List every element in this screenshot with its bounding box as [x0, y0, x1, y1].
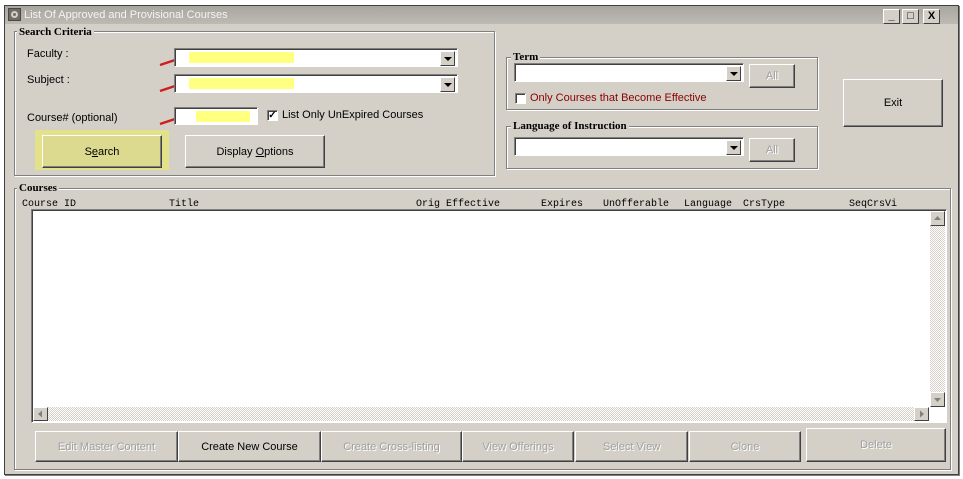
search-criteria-legend: Search Criteria [17, 26, 94, 38]
clone-label: Clone [730, 440, 760, 453]
delete-label: Delete [860, 439, 892, 451]
language-legend: Language of Instruction [511, 120, 629, 132]
create-cross-listing-button[interactable]: Create Cross-listing [321, 431, 462, 462]
language-all-label: All [765, 144, 779, 156]
create-cross-listing-label: Create Cross-listing [343, 440, 440, 453]
exit-button-label: Exit [883, 97, 903, 109]
subject-label: Subject : [27, 74, 70, 86]
search-button[interactable]: Search [42, 135, 162, 168]
create-new-course-button[interactable]: Create New Course [178, 431, 321, 462]
courses-legend: Courses [17, 182, 59, 194]
maximize-button[interactable]: □ [902, 9, 919, 24]
scroll-right-icon[interactable] [914, 407, 929, 421]
search-button-label: Search [84, 145, 120, 158]
exit-button[interactable]: Exit [843, 79, 943, 127]
faculty-label: Faculty : [27, 48, 69, 60]
only-effective-checkbox[interactable] [515, 93, 526, 104]
edit-master-content-button[interactable]: Edit Master Content [35, 431, 178, 462]
scroll-down-icon[interactable] [930, 392, 945, 407]
view-offerings-label: View Offerings [482, 440, 554, 453]
language-combo[interactable] [514, 137, 744, 156]
minimize-button[interactable]: _ [883, 9, 900, 24]
scroll-up-icon[interactable] [930, 211, 945, 226]
course-number-highlight [196, 111, 250, 122]
faculty-highlight [189, 52, 294, 63]
create-new-course-label: Create New Course [201, 440, 298, 453]
only-effective-label: Only Courses that Become Effective [530, 92, 707, 104]
course-number-label: Course# (optional) [27, 112, 118, 124]
subject-highlight [189, 78, 294, 89]
term-legend: Term [511, 51, 541, 63]
term-combo[interactable] [514, 63, 744, 82]
term-all-button[interactable]: All [749, 64, 795, 88]
subject-combo[interactable] [174, 74, 458, 93]
course-number-input[interactable] [174, 107, 258, 125]
faculty-dropdown-icon[interactable] [440, 51, 455, 66]
app-icon [8, 8, 21, 21]
vertical-scrollbar[interactable] [930, 211, 945, 407]
course-list-window: List Of Approved and Provisional Courses… [4, 5, 959, 475]
term-all-label: All [765, 70, 779, 82]
courses-list[interactable] [31, 209, 947, 423]
horizontal-scrollbar[interactable] [33, 407, 929, 421]
language-all-button[interactable]: All [749, 138, 795, 162]
faculty-combo[interactable] [174, 48, 458, 67]
display-options-button[interactable]: Display Options [185, 135, 325, 168]
select-view-label: Select View [602, 440, 661, 453]
delete-button[interactable]: Delete [806, 428, 946, 462]
subject-dropdown-icon[interactable] [440, 77, 455, 92]
list-unexpired-checkbox[interactable]: ✓ [267, 110, 278, 121]
term-dropdown-icon[interactable] [726, 66, 741, 81]
display-options-label: Display Options [216, 145, 294, 158]
view-offerings-button[interactable]: View Offerings [462, 431, 574, 462]
window-title: List Of Approved and Provisional Courses [24, 9, 228, 21]
language-dropdown-icon[interactable] [726, 140, 741, 155]
select-view-button[interactable]: Select View [575, 431, 688, 462]
close-button[interactable]: X [923, 9, 940, 24]
scroll-left-icon[interactable] [33, 407, 48, 421]
edit-master-content-label: Edit Master Content [57, 440, 156, 453]
title-bar[interactable]: List Of Approved and Provisional Courses… [5, 6, 958, 24]
list-unexpired-label: List Only UnExpired Courses [282, 109, 424, 121]
clone-button[interactable]: Clone [689, 431, 801, 462]
